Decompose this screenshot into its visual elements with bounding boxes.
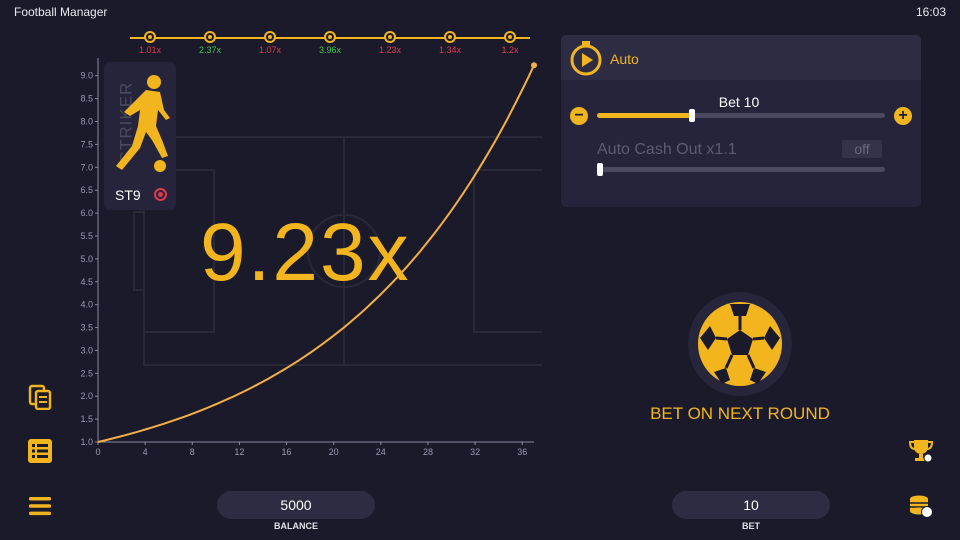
player-card[interactable]: STRIKER ST9: [104, 62, 176, 210]
y-tick-label: 7.0: [80, 162, 93, 172]
list-icon[interactable]: [27, 438, 53, 464]
x-tick-label: 24: [376, 447, 386, 457]
menu-icon[interactable]: [27, 493, 53, 519]
auto-header[interactable]: Auto: [561, 35, 921, 80]
history-dot: [324, 31, 336, 43]
x-tick-label: 12: [234, 447, 244, 457]
coins-icon[interactable]: [908, 493, 934, 519]
y-tick-label: 3.5: [80, 323, 93, 333]
y-tick-label: 3.0: [80, 345, 93, 355]
bet-slider-handle[interactable]: [689, 109, 696, 122]
bet-label: BET: [742, 521, 760, 531]
increase-bet-button[interactable]: +: [894, 107, 912, 125]
soccer-ball-icon: [698, 302, 782, 386]
bet-amount-label: Bet 10: [718, 94, 760, 110]
bet-next-round-label[interactable]: BET ON NEXT ROUND: [600, 404, 880, 424]
player-code: ST9: [115, 187, 141, 203]
cash-out-slider[interactable]: [597, 163, 885, 176]
auto-cash-out-label: Auto Cash Out x1.1: [597, 141, 737, 158]
history-item: 1.23x: [370, 28, 410, 55]
x-tick-label: 28: [423, 447, 433, 457]
y-tick-label: 8.5: [80, 94, 93, 104]
clock: 16:03: [915, 5, 946, 19]
history-dot: [504, 31, 516, 43]
y-tick-label: 5.0: [80, 254, 93, 264]
y-tick-label: 4.0: [80, 300, 93, 310]
app-title: Football Manager: [14, 5, 108, 19]
y-tick-label: 2.5: [80, 368, 93, 378]
status-bar: Football Manager 16:03: [0, 0, 960, 24]
history-item: 3.96x: [310, 28, 350, 55]
auto-title: Auto: [610, 51, 639, 67]
decrease-bet-button[interactable]: −: [570, 107, 588, 125]
y-tick-label: 6.5: [80, 185, 93, 195]
history-dot: [264, 31, 276, 43]
history-dot: [444, 31, 456, 43]
history-item: 2.37x: [190, 28, 230, 55]
balance-label: BALANCE: [274, 521, 318, 531]
y-tick-label: 7.5: [80, 139, 93, 149]
y-tick-label: 9.0: [80, 71, 93, 81]
record-icon[interactable]: [154, 188, 167, 201]
history-item: 1.01x: [130, 28, 170, 55]
trophy-icon[interactable]: [908, 437, 934, 463]
bet-slider[interactable]: [597, 109, 885, 122]
history-item: 1.07x: [250, 28, 290, 55]
y-tick-label: 4.5: [80, 277, 93, 287]
x-tick-label: 16: [282, 447, 292, 457]
bet-display[interactable]: 10: [672, 491, 830, 519]
x-tick-label: 8: [190, 447, 195, 457]
bet-slider-fill: [597, 113, 693, 118]
x-tick-label: 4: [143, 447, 148, 457]
bet-button[interactable]: [688, 292, 792, 396]
auto-cash-out-toggle[interactable]: off: [842, 140, 882, 158]
copy-icon[interactable]: [27, 384, 53, 411]
x-tick-label: 20: [329, 447, 339, 457]
x-tick-label: 0: [95, 447, 100, 457]
y-tick-label: 2.0: [80, 391, 93, 401]
cash-out-slider-handle[interactable]: [597, 163, 603, 176]
auto-panel: Auto Bet 10 − + Auto Cash Out x1.1 off: [561, 35, 921, 207]
x-tick-label: 36: [517, 447, 527, 457]
y-tick-label: 5.5: [80, 231, 93, 241]
stopwatch-play-icon: [570, 41, 602, 76]
y-tick-label: 1.5: [80, 414, 93, 424]
y-tick-label: 6.0: [80, 208, 93, 218]
history-dot: [144, 31, 156, 43]
history-dot: [384, 31, 396, 43]
x-tick-label: 32: [470, 447, 480, 457]
balance-display: 5000: [217, 491, 375, 519]
history-item: 1.2x: [490, 28, 530, 55]
history-item: 1.34x: [430, 28, 470, 55]
y-tick-label: 1.0: [80, 437, 93, 447]
current-multiplier: 9.23x: [200, 207, 411, 298]
curve-end-point: [531, 62, 537, 69]
y-tick-label: 8.0: [80, 117, 93, 127]
history-dot: [204, 31, 216, 43]
footballer-icon: [116, 75, 170, 172]
